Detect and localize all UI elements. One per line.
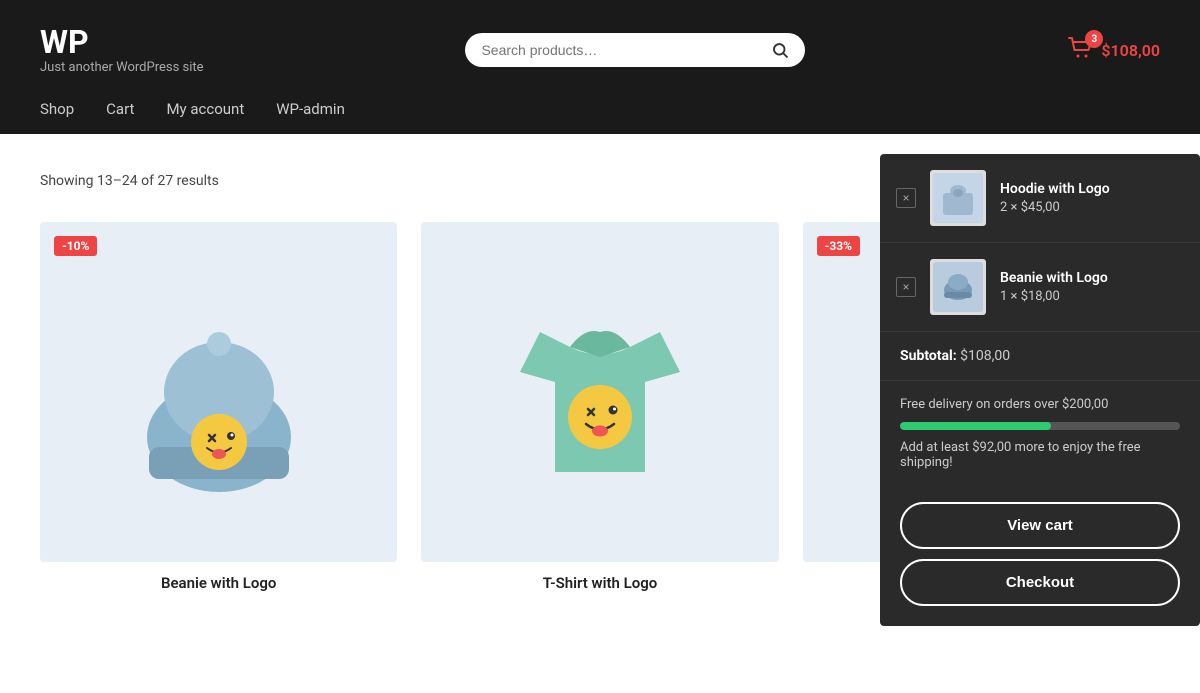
results-count: Showing 13–24 of 27 results <box>40 173 219 189</box>
search-form <box>465 33 805 67</box>
site-title: WP <box>40 25 204 60</box>
search-button[interactable] <box>771 41 789 59</box>
beanie-thumbnail <box>933 262 983 312</box>
cart-item-2-details: Beanie with Logo 1 × $18,00 <box>1000 270 1180 304</box>
checkout-button[interactable]: Checkout <box>900 559 1180 606</box>
cart-item: × Hoodie with Logo 2 × $45,00 <box>880 154 1200 243</box>
cart-item-2-image <box>930 259 986 315</box>
cart-dropdown: × Hoodie with Logo 2 × $45,00 <box>880 154 1200 626</box>
tshirt-logo-product-image <box>500 272 700 512</box>
shipping-progress-bar <box>900 422 1180 430</box>
cart-icon-wrap: 3 <box>1067 36 1095 64</box>
cart-item-2-price: 1 × $18,00 <box>1000 289 1180 304</box>
site-subtitle: Just another WordPress site <box>40 60 204 75</box>
product-title-1: Beanie with Logo <box>40 574 397 592</box>
product-image-1[interactable]: -10% <box>40 222 397 562</box>
product-title-2: T-Shirt with Logo <box>421 574 778 592</box>
search-icon <box>771 41 789 59</box>
cart-item-1-details: Hoodie with Logo 2 × $45,00 <box>1000 181 1180 215</box>
product-card-2: T-Shirt with Logo <box>421 222 778 592</box>
discount-badge-1: -10% <box>54 236 97 256</box>
cart-item-1-name: Hoodie with Logo <box>1000 181 1180 197</box>
nav-my-account[interactable]: My account <box>166 100 244 118</box>
cart-item-1-price: 2 × $45,00 <box>1000 200 1180 215</box>
shipping-note: Add at least $92,00 more to enjoy the fr… <box>900 440 1180 470</box>
main-content: × Hoodie with Logo 2 × $45,00 <box>0 134 1200 592</box>
hoodie-thumbnail <box>933 173 983 223</box>
cart-shipping-section: Free delivery on orders over $200,00 Add… <box>880 381 1200 502</box>
nav-wp-admin[interactable]: WP-admin <box>276 100 345 118</box>
product-card-1: -10% <box>40 222 397 592</box>
main-nav: Shop Cart My account WP-admin <box>0 100 1200 134</box>
remove-item-2-button[interactable]: × <box>896 277 916 297</box>
remove-item-1-button[interactable]: × <box>896 188 916 208</box>
cart-actions: View cart Checkout <box>880 502 1200 626</box>
free-delivery-text: Free delivery on orders over $200,00 <box>900 397 1180 412</box>
nav-cart[interactable]: Cart <box>106 100 134 118</box>
cart-item-2: × Beanie with Logo 1 × $18,00 <box>880 243 1200 332</box>
subtotal-value: $108,00 <box>960 348 1010 364</box>
discount-badge-3: -33% <box>817 236 860 256</box>
cart-total: $108,00 <box>1101 41 1160 60</box>
logo: WP Just another WordPress site <box>40 25 204 75</box>
search-input[interactable] <box>481 42 771 58</box>
subtotal-label: Subtotal: <box>900 348 957 364</box>
cart-item-1-image <box>930 170 986 226</box>
cart-item-2-name: Beanie with Logo <box>1000 270 1180 286</box>
cart-subtotal: Subtotal: $108,00 <box>880 332 1200 381</box>
product-image-2[interactable] <box>421 222 778 562</box>
shipping-progress-fill <box>900 422 1051 430</box>
nav-shop[interactable]: Shop <box>40 100 74 118</box>
site-header: WP Just another WordPress site 3 $108,00 <box>0 0 1200 100</box>
beanie-logo-product-image <box>119 272 319 512</box>
cart-widget[interactable]: 3 $108,00 <box>1067 36 1160 64</box>
view-cart-button[interactable]: View cart <box>900 502 1180 549</box>
